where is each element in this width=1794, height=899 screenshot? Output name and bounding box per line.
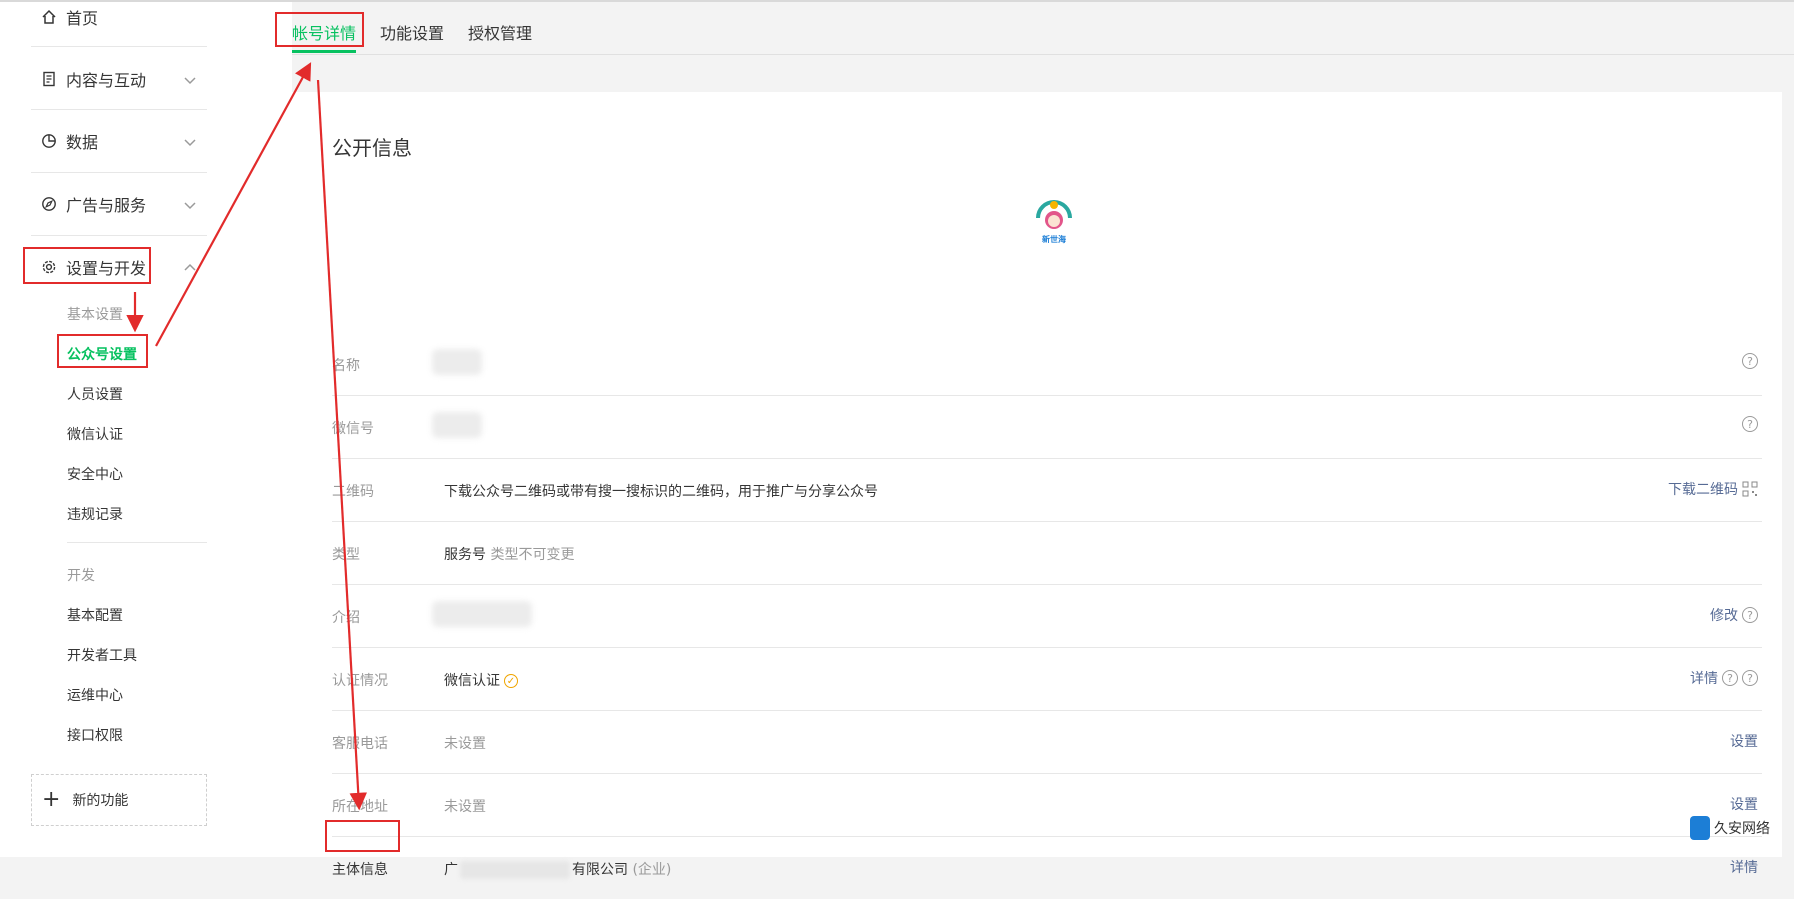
- watermark-text: 久安网络: [1714, 821, 1770, 837]
- watermark-logo-icon: [1690, 816, 1710, 840]
- arrow: [155, 62, 312, 347]
- entity-type: (企业): [632, 862, 672, 878]
- arrow: [316, 79, 368, 811]
- entity-suffix: 有限公司: [572, 862, 628, 878]
- entity-prefix: 广: [444, 862, 458, 878]
- watermark: 久安网络: [1690, 816, 1770, 840]
- redacted-value: [460, 861, 570, 879]
- entity-details-link[interactable]: 详情: [1730, 857, 1758, 877]
- annotation-arrows: [126, 62, 368, 811]
- row-label: 主体信息: [332, 862, 388, 878]
